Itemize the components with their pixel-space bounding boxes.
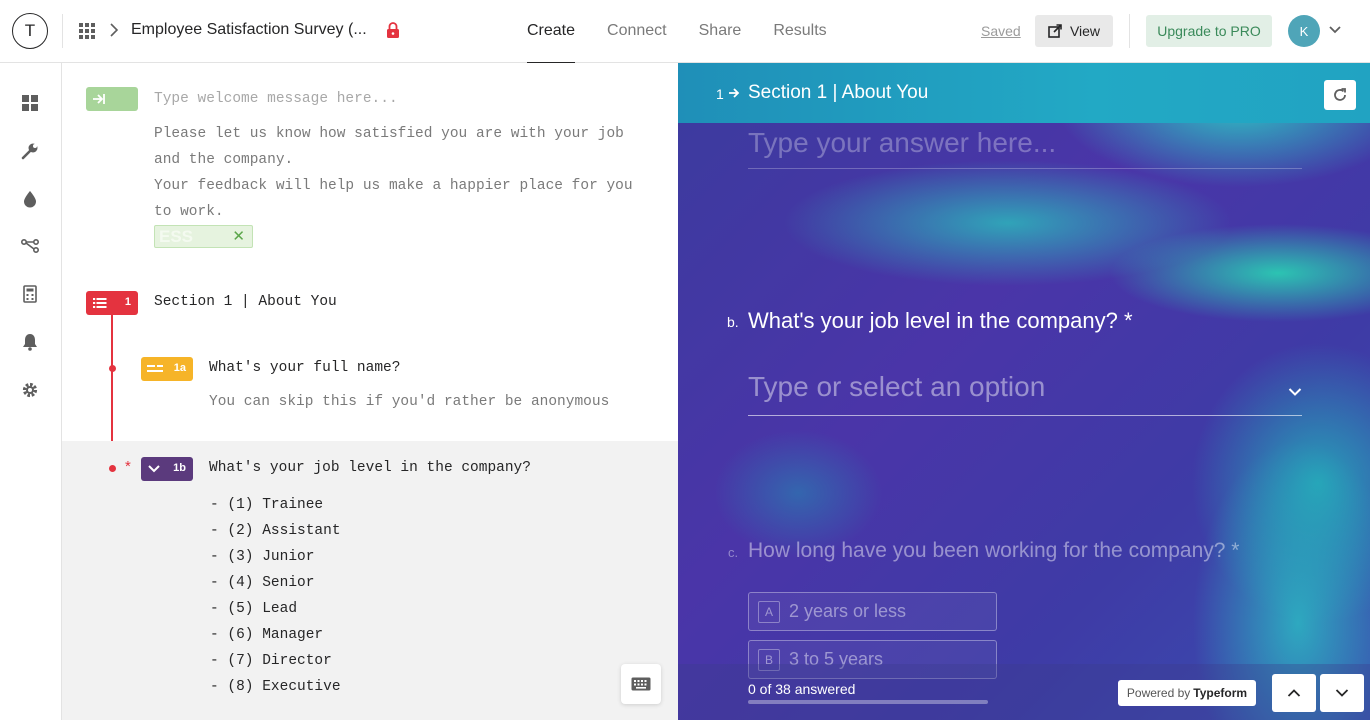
saved-status: Saved (981, 23, 1021, 39)
typeform-logo[interactable]: T (12, 13, 48, 49)
previous-question-button[interactable] (1272, 674, 1316, 712)
dropdown-option: - (6) Manager (210, 627, 324, 643)
dropdown-icon (148, 465, 160, 473)
short-text-icon (147, 365, 163, 372)
external-link-icon (1048, 24, 1062, 38)
section-badge[interactable]: 1 (86, 291, 138, 315)
question-letter: c. (728, 545, 739, 560)
preview-section-header: 1 Section 1 | About You (678, 63, 1370, 123)
question-dot (108, 365, 116, 372)
chevron-up-icon (1287, 689, 1301, 697)
question-badge-1a[interactable]: 1a (141, 357, 193, 381)
welcome-description-line: Your feedback will help us make a happie… (154, 178, 633, 194)
welcome-description[interactable]: Please let us know how satisfied you are… (154, 121, 654, 225)
next-question-button[interactable] (1320, 674, 1364, 712)
upgrade-button[interactable]: Upgrade to PRO (1146, 15, 1272, 47)
question-badge-1b[interactable]: 1b (141, 457, 193, 481)
question-title: What's your job level in the company? * (748, 308, 1133, 333)
progress-bar (748, 700, 988, 704)
arrow-right-icon (728, 86, 740, 104)
required-mark: * (125, 458, 131, 475)
previous-answer-placeholder[interactable]: Type your answer here... (748, 127, 1056, 159)
question-dot (108, 465, 116, 472)
lock-icon (386, 22, 400, 43)
ess-tag: ESS ✕ (154, 225, 253, 248)
dropdown-option: - (8) Executive (210, 679, 341, 695)
refresh-preview-button[interactable] (1324, 80, 1356, 110)
dropdown-option: - (1) Trainee (210, 497, 324, 513)
logo-letter: T (24, 21, 36, 40)
form-editor: Type welcome message here... Please let … (62, 63, 678, 720)
gear-icon[interactable] (21, 381, 39, 399)
progress-text: 0 of 38 answered (748, 681, 856, 697)
question-description[interactable]: You can skip this if you'd rather be ano… (209, 394, 609, 410)
main-nav-tabs: Create Connect Share Results (511, 0, 843, 64)
welcome-description-line: to work. (154, 204, 224, 220)
refresh-icon (1334, 88, 1346, 101)
ess-tag-label: ESS (159, 227, 194, 246)
wrench-icon[interactable] (21, 142, 39, 160)
section-number: 1 (124, 296, 131, 308)
welcome-description-line: and the company. (154, 152, 294, 168)
powered-by-badge[interactable]: Powered by Typeform (1118, 680, 1256, 706)
tab-connect[interactable]: Connect (591, 0, 683, 63)
bell-icon[interactable] (21, 333, 39, 351)
question-title[interactable]: What's your job level in the company? (209, 460, 531, 476)
chevron-down-icon[interactable] (1328, 22, 1342, 43)
keyboard-icon (631, 677, 651, 691)
section-number: 1 (716, 86, 724, 102)
welcome-enter-icon (93, 94, 105, 104)
logic-icon[interactable] (21, 237, 39, 255)
chevron-down-icon[interactable] (1288, 384, 1302, 402)
question-letter: b. (727, 314, 739, 330)
question-title[interactable]: What's your full name? (209, 360, 400, 376)
chevron-right-icon (109, 22, 119, 43)
left-icon-rail (0, 63, 62, 720)
dashboard-icon[interactable] (21, 94, 39, 112)
view-button-label: View (1069, 23, 1101, 39)
tab-results[interactable]: Results (757, 0, 842, 63)
apps-grid-icon[interactable] (79, 23, 95, 39)
form-title[interactable]: Employee Satisfaction Survey (... (131, 21, 367, 39)
drop-icon[interactable] (21, 190, 39, 208)
chevron-down-icon (1335, 689, 1349, 697)
section-title: Section 1 | About You (748, 82, 929, 103)
view-button[interactable]: View (1035, 15, 1113, 47)
list-icon (93, 298, 107, 308)
divider (1129, 14, 1130, 48)
section-title[interactable]: Section 1 | About You (154, 294, 337, 310)
tab-share[interactable]: Share (683, 0, 758, 63)
form-preview: Type your answer here... 1 Section 1 | A… (678, 63, 1370, 720)
keyboard-shortcuts-button[interactable] (621, 664, 661, 704)
dropdown-option: - (2) Assistant (210, 523, 341, 539)
question-title: How long have you been working for the c… (748, 539, 1240, 562)
top-bar: T Employee Satisfaction Survey (... Crea… (0, 0, 1370, 64)
divider (62, 14, 63, 48)
selected-question-area[interactable] (62, 441, 678, 720)
question-number: 1b (173, 462, 186, 474)
powered-by-prefix: Powered by (1126, 686, 1191, 700)
dropdown-options-list[interactable]: - (1) Trainee - (2) Assistant - (3) Juni… (210, 492, 341, 700)
tab-create[interactable]: Create (511, 0, 591, 64)
dropdown-option: - (4) Senior (210, 575, 315, 591)
powered-by-brand: Typeform (1193, 686, 1248, 700)
remove-tag-icon[interactable]: ✕ (232, 227, 245, 245)
choice-label: 2 years or less (789, 601, 907, 621)
dropdown-input[interactable]: Type or select an option (748, 371, 1045, 403)
question-number: 1a (173, 362, 186, 374)
avatar[interactable]: K (1288, 15, 1320, 47)
preview-footer: 0 of 38 answered Powered by Typeform (678, 664, 1370, 720)
choice-key: A (758, 601, 780, 623)
dropdown-option: - (7) Director (210, 653, 332, 669)
dropdown-option: - (5) Lead (210, 601, 298, 617)
dropdown-option: - (3) Junior (210, 549, 315, 565)
welcome-message-input[interactable]: Type welcome message here... (154, 91, 398, 107)
calculator-icon[interactable] (21, 285, 39, 303)
choice-option[interactable]: A 2 years or less (748, 592, 997, 631)
dropdown-underline (748, 415, 1302, 416)
welcome-description-line: Please let us know how satisfied you are… (154, 126, 624, 142)
welcome-screen-badge[interactable] (86, 87, 138, 111)
previous-answer-underline (748, 168, 1302, 169)
